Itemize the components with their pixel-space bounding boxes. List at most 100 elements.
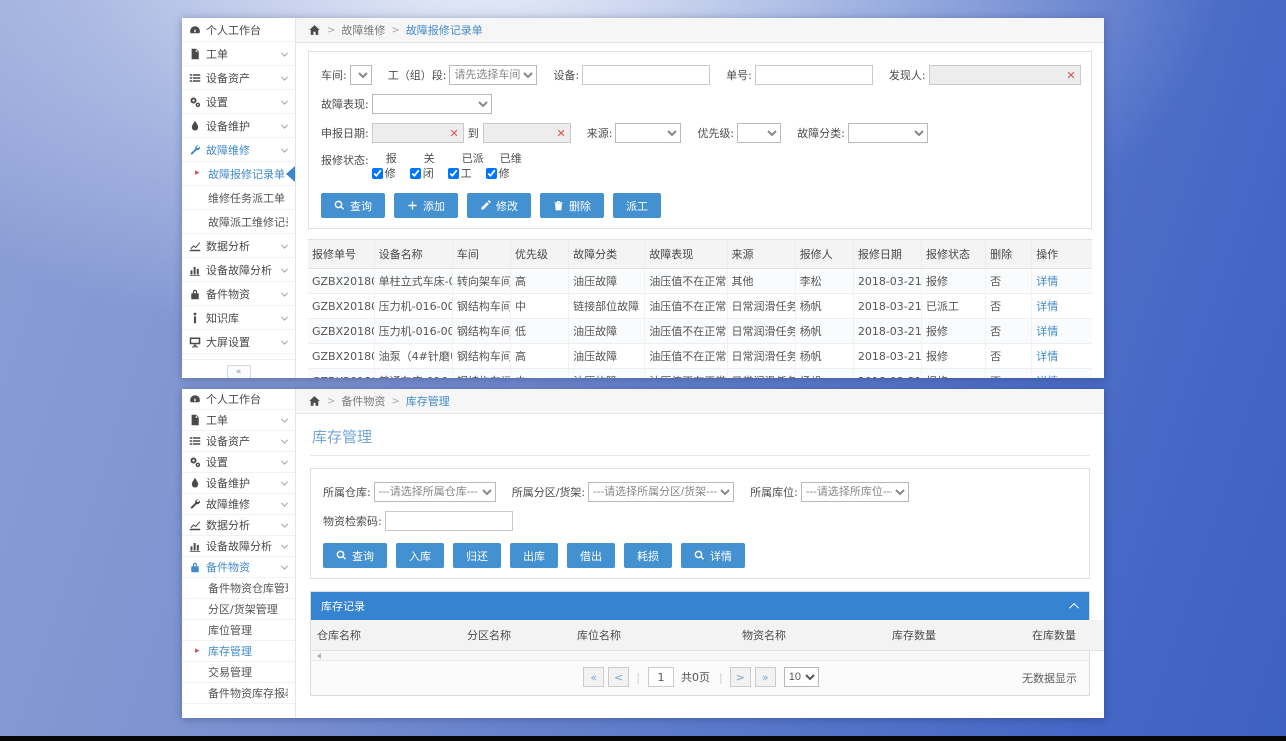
collapse-up-icon[interactable]: [1069, 602, 1079, 612]
home-icon[interactable]: [308, 395, 321, 407]
toolbar-button[interactable]: 耗损: [624, 543, 672, 568]
column-header: 故障表现: [645, 240, 727, 269]
next-page-button[interactable]: >: [730, 667, 751, 687]
fault-symptom-select[interactable]: [372, 94, 492, 114]
sidebar-item[interactable]: 设备故障分析: [182, 258, 295, 282]
source-select[interactable]: [615, 123, 681, 143]
sidebar-item[interactable]: 知识库: [182, 306, 295, 330]
cell-workshop: 钢结构车间-钢: [452, 369, 510, 379]
sidebar-item[interactable]: 设备故障分析: [182, 536, 295, 557]
sidebar-item[interactable]: 库位管理: [182, 620, 295, 641]
sidebar-item[interactable]: 交易管理: [182, 662, 295, 683]
horizontal-scrollbar[interactable]: [311, 651, 1089, 661]
sidebar-item[interactable]: 故障派工维修记录单: [182, 210, 295, 234]
breadcrumb-item[interactable]: 故障维修: [341, 22, 385, 38]
toolbar-button[interactable]: 派工: [613, 193, 661, 218]
toolbar-button[interactable]: 出库: [510, 543, 558, 568]
last-page-button[interactable]: »: [755, 667, 776, 687]
breadcrumb-item[interactable]: 备件物资: [341, 393, 385, 409]
sidebar-item[interactable]: 故障维修: [182, 138, 295, 162]
sidebar-item[interactable]: ▸ 库存管理: [182, 641, 295, 662]
detail-link[interactable]: 详情: [1036, 325, 1058, 338]
sidebar-collapse-button[interactable]: «: [227, 365, 251, 378]
sidebar-item[interactable]: 大屏设置: [182, 330, 295, 354]
toolbar-button[interactable]: 详情: [681, 543, 745, 568]
breadcrumb-item[interactable]: 库存管理: [406, 393, 450, 409]
finder-label: 发现人:: [889, 67, 926, 83]
detail-link[interactable]: 详情: [1036, 350, 1058, 363]
status-checkbox-item[interactable]: 已派 工: [448, 152, 475, 181]
location-select[interactable]: ---请选择所库位---: [801, 482, 909, 502]
toolbar-button[interactable]: 入库: [396, 543, 444, 568]
table-row[interactable]: GZBX2018032 压力机-016-001 钢结构车间-钢 中 链接部位故障…: [308, 294, 1092, 319]
home-icon[interactable]: [308, 24, 321, 36]
sidebar-item[interactable]: ▸ 故障报修记录单: [182, 162, 295, 186]
team-select[interactable]: 请先选择车间: [449, 65, 537, 85]
status-checkbox-input[interactable]: [410, 168, 421, 179]
sidebar-item[interactable]: 设备资产: [182, 66, 295, 90]
sidebar-item[interactable]: 数据分析: [182, 234, 295, 258]
table-row[interactable]: GZBX2018032 压力机-016-001 钢结构车间-钢 低 油压故障 油…: [308, 319, 1092, 344]
breadcrumb-separator: >: [391, 396, 399, 407]
toolbar-button[interactable]: 修改: [467, 193, 531, 218]
sidebar-item[interactable]: 工单: [182, 410, 295, 431]
breadcrumb-item[interactable]: 故障报修记录单: [406, 22, 483, 38]
toolbar-button[interactable]: 借出: [567, 543, 615, 568]
prev-page-button[interactable]: <: [608, 667, 629, 687]
toolbar-button[interactable]: 查询: [323, 543, 387, 568]
workshop-select[interactable]: [350, 65, 372, 85]
status-checkbox-input[interactable]: [372, 168, 383, 179]
zone-select[interactable]: ---请选择所属分区/货架---: [588, 482, 734, 502]
sidebar-item[interactable]: 分区/货架管理: [182, 599, 295, 620]
status-checkbox-input[interactable]: [486, 168, 497, 179]
sidebar-item[interactable]: 设备维护: [182, 473, 295, 494]
sidebar-item[interactable]: 备件物资库存报表: [182, 683, 295, 704]
sidebar-item[interactable]: 备件物资: [182, 282, 295, 306]
sidebar-item[interactable]: 设备资产: [182, 431, 295, 452]
sku-label: 物资检索码:: [323, 513, 382, 529]
sku-input[interactable]: [385, 511, 513, 531]
table-row[interactable]: GZBX2018032 单柱立式车床-015-0 转向架车间-转 高 油压故障 …: [308, 269, 1092, 294]
sidebar-item[interactable]: 设备维护: [182, 114, 295, 138]
first-page-button[interactable]: «: [583, 667, 604, 687]
table-row[interactable]: GZBX2018032 普通车床-016-162 钢结构车间-钢 中 油压故障 …: [308, 369, 1092, 379]
sidebar-item[interactable]: 个人工作台: [182, 389, 295, 410]
sidebar-item[interactable]: 备件物资: [182, 557, 295, 578]
status-checkbox-input[interactable]: [448, 168, 459, 179]
sidebar-item[interactable]: 设置: [182, 452, 295, 473]
warehouse-select[interactable]: ---请选择所属仓库---: [374, 482, 496, 502]
sidebar-item[interactable]: 个人工作台: [182, 18, 295, 42]
status-checkbox-item[interactable]: 报 修: [372, 152, 399, 181]
cell-workshop: 转向架车间-转: [452, 269, 510, 294]
priority-select[interactable]: [737, 123, 781, 143]
sidebar-item[interactable]: 工单: [182, 42, 295, 66]
clear-x-icon[interactable]: ✕: [450, 128, 459, 139]
device-input[interactable]: [582, 65, 710, 85]
table-row[interactable]: GZBX2018032 油泵（4#针磨电机） 钢结构车间-钢 高 油压故障 油压…: [308, 344, 1092, 369]
page-size-select[interactable]: 10: [784, 667, 819, 687]
search-icon: [336, 550, 347, 561]
detail-link[interactable]: 详情: [1036, 300, 1058, 313]
toolbar-button[interactable]: 查询: [321, 193, 385, 218]
clear-x-icon[interactable]: ✕: [1066, 70, 1075, 81]
fault-category-select[interactable]: [848, 123, 928, 143]
clear-x-icon[interactable]: ✕: [557, 128, 566, 139]
detail-link[interactable]: 详情: [1036, 275, 1058, 288]
current-page-input[interactable]: 1: [648, 667, 674, 687]
toolbar-button[interactable]: 删除: [540, 193, 604, 218]
detail-link[interactable]: 详情: [1036, 375, 1058, 378]
status-label-above: 报: [386, 152, 399, 165]
toolbar-button[interactable]: 添加: [394, 193, 458, 218]
sidebar-item[interactable]: 数据分析: [182, 515, 295, 536]
status-checkbox-item[interactable]: 已维 修: [486, 152, 513, 181]
status-label-above: 已维: [500, 152, 513, 165]
sidebar-item[interactable]: 设置: [182, 90, 295, 114]
toolbar-button-label: 查询: [350, 198, 372, 214]
finder-input[interactable]: [929, 65, 1081, 85]
status-checkbox-item[interactable]: 关 闭: [410, 152, 437, 181]
order-no-input[interactable]: [755, 65, 873, 85]
sidebar-item[interactable]: 故障维修: [182, 494, 295, 515]
sidebar-item[interactable]: 备件物资仓库管理: [182, 578, 295, 599]
toolbar-button[interactable]: 归还: [453, 543, 501, 568]
sidebar-item[interactable]: 维修任务派工单: [182, 186, 295, 210]
